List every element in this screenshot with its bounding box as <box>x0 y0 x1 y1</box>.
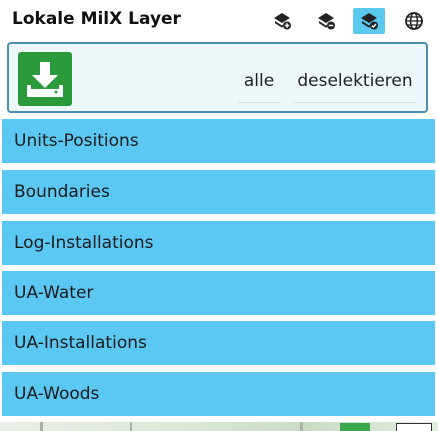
globe-icon <box>405 12 423 30</box>
map-road <box>40 422 43 431</box>
layers-add-icon <box>274 13 291 30</box>
panel-header: Lokale MilX Layer <box>0 0 438 40</box>
map-feature <box>340 423 370 431</box>
layers-select-button[interactable] <box>353 8 385 34</box>
layer-item-ua-water[interactable]: UA-Water <box>2 271 435 316</box>
layer-item-boundaries[interactable]: Boundaries <box>2 170 435 215</box>
map-background[interactable] <box>0 422 438 431</box>
layers-remove-icon <box>318 13 335 30</box>
layers-select-icon <box>361 13 378 30</box>
layers-add-button[interactable] <box>266 8 298 34</box>
deselect-button[interactable]: deselektieren <box>293 64 417 103</box>
globe-button[interactable] <box>398 8 430 34</box>
download-icon <box>27 62 63 97</box>
map-control[interactable] <box>396 423 432 431</box>
map-road <box>300 422 303 431</box>
map-road <box>130 422 132 431</box>
layer-toolbar: alle deselektieren <box>7 42 428 113</box>
layer-item-ua-installations[interactable]: UA-Installations <box>2 321 435 366</box>
panel-title: Lokale MilX Layer <box>12 9 181 29</box>
select-all-button[interactable]: alle <box>238 64 280 103</box>
layer-item-units-positions[interactable]: Units-Positions <box>2 119 435 164</box>
layers-remove-button[interactable] <box>310 8 342 34</box>
layer-item-log-installations[interactable]: Log-Installations <box>2 221 435 266</box>
layer-item-ua-woods[interactable]: UA-Woods <box>2 372 435 417</box>
download-button[interactable] <box>18 52 72 106</box>
